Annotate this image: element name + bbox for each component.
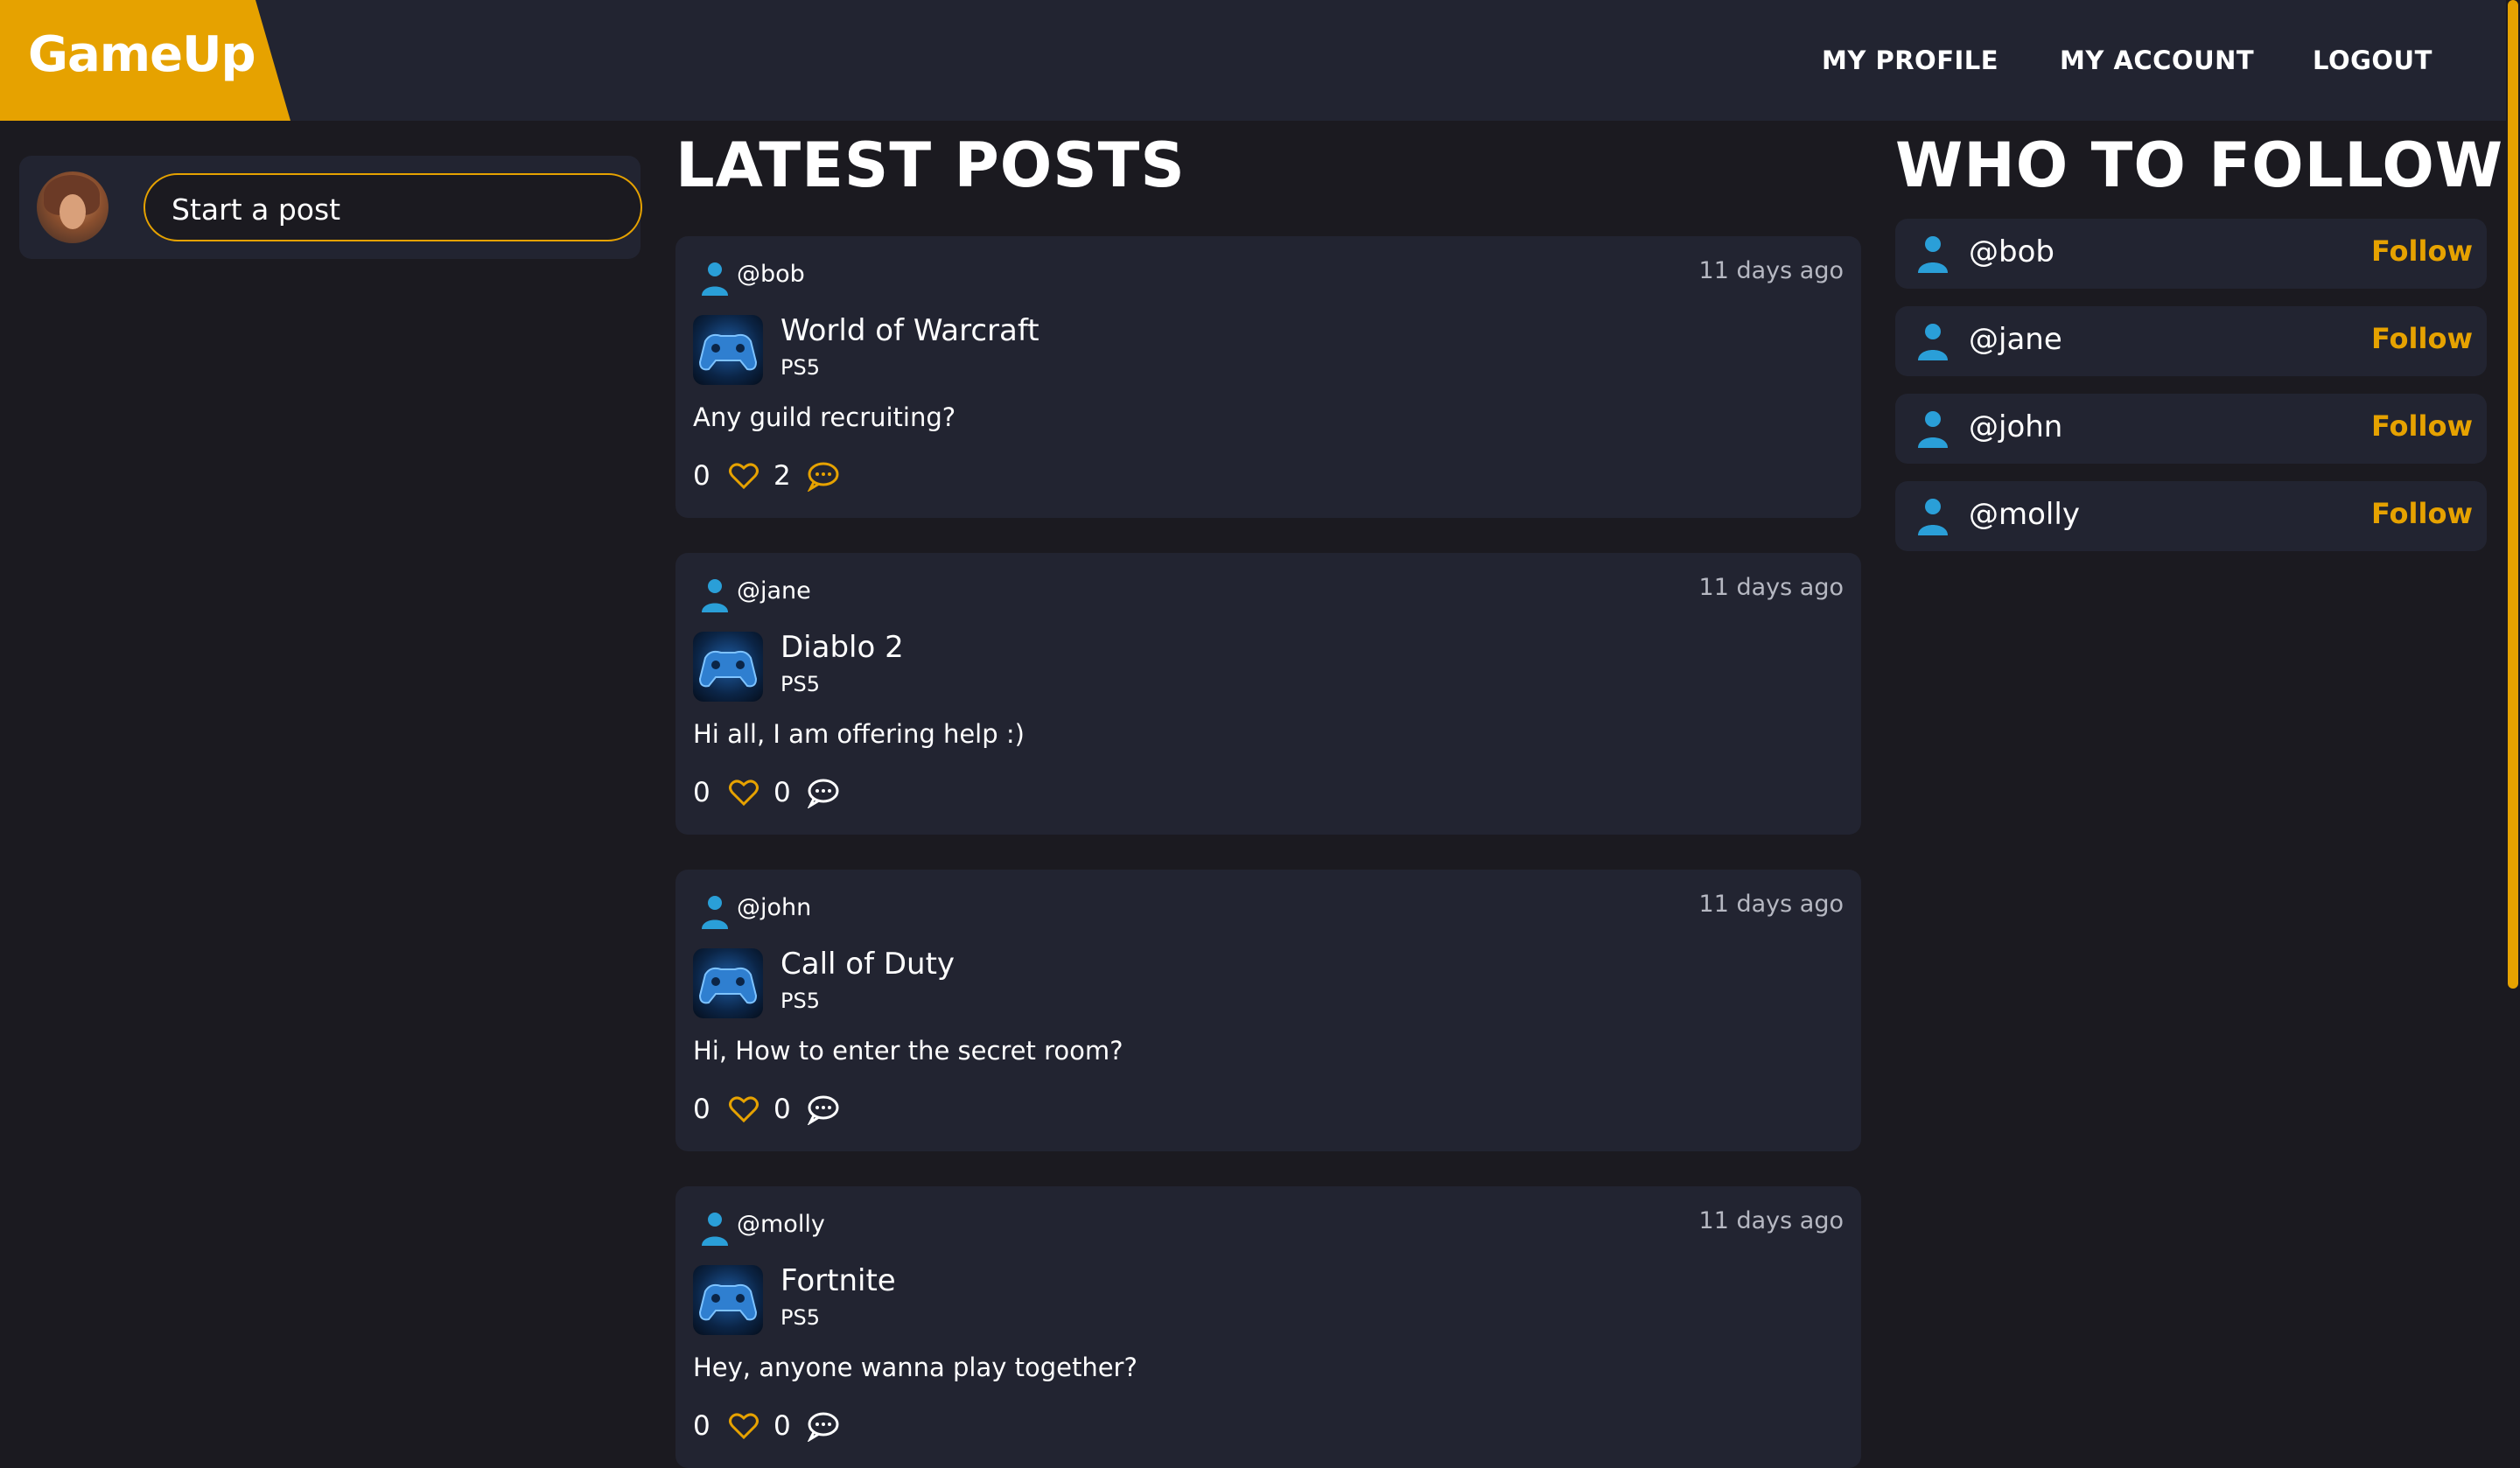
- post-timestamp: 11 days ago: [1698, 257, 1844, 284]
- follow-suggestion: @john Follow: [1895, 394, 2487, 464]
- user-icon: [1918, 324, 1948, 360]
- comments-count: 0: [774, 1410, 791, 1442]
- comment-icon[interactable]: [807, 1410, 840, 1442]
- user-icon: [702, 896, 728, 929]
- post-platform: PS5: [780, 1305, 820, 1330]
- comment-icon[interactable]: [807, 1094, 840, 1125]
- comments-count: 0: [774, 1094, 791, 1125]
- post-timestamp: 11 days ago: [1698, 1207, 1844, 1234]
- gamepad-icon: [693, 1265, 763, 1335]
- follow-username[interactable]: @molly: [1969, 497, 2080, 532]
- top-navbar: GameUp MY PROFILE MY ACCOUNT LOGOUT: [0, 0, 2506, 121]
- post-card: @bob 11 days ago World of Warcraft PS5 A…: [676, 236, 1861, 518]
- post-text: Hi, How to enter the secret room?: [693, 1036, 1124, 1066]
- user-icon: [702, 262, 728, 296]
- follow-suggestion: @jane Follow: [1895, 306, 2487, 376]
- avatar-face: [60, 194, 86, 229]
- post-timestamp: 11 days ago: [1698, 574, 1844, 601]
- user-icon: [1918, 411, 1948, 448]
- post-text: Any guild recruiting?: [693, 402, 956, 432]
- post-text: Hey, anyone wanna play together?: [693, 1353, 1138, 1382]
- heart-icon[interactable]: [728, 1094, 760, 1125]
- nav-my-account[interactable]: MY ACCOUNT: [2060, 45, 2254, 75]
- follow-suggestion: @molly Follow: [1895, 481, 2487, 551]
- follow-username[interactable]: @bob: [1969, 234, 2054, 269]
- follow-username[interactable]: @jane: [1969, 322, 2062, 357]
- heart-icon[interactable]: [728, 1410, 760, 1442]
- comment-icon[interactable]: [807, 777, 840, 808]
- heart-icon[interactable]: [728, 460, 760, 492]
- gamepad-icon: [693, 315, 763, 385]
- comments-count: 0: [774, 777, 791, 808]
- post-game-title: Diablo 2: [780, 630, 904, 665]
- follow-button[interactable]: Follow: [2371, 409, 2473, 443]
- heart-icon[interactable]: [728, 777, 760, 808]
- likes-count: 0: [693, 1410, 710, 1442]
- post-platform: PS5: [780, 672, 820, 696]
- gamepad-icon: [693, 632, 763, 702]
- follow-username[interactable]: @john: [1969, 409, 2062, 444]
- post-card: @jane 11 days ago Diablo 2 PS5 Hi all, I…: [676, 553, 1861, 835]
- likes-count: 0: [693, 777, 710, 808]
- user-icon: [702, 579, 728, 612]
- post-card: @john 11 days ago Call of Duty PS5 Hi, H…: [676, 870, 1861, 1151]
- follow-button[interactable]: Follow: [2371, 234, 2473, 268]
- nav-my-profile[interactable]: MY PROFILE: [1822, 45, 1998, 75]
- post-platform: PS5: [780, 989, 820, 1013]
- post-username[interactable]: @john: [737, 894, 811, 921]
- post-username[interactable]: @jane: [737, 577, 811, 605]
- post-username[interactable]: @bob: [737, 261, 805, 288]
- user-icon: [702, 1213, 728, 1246]
- post-username[interactable]: @molly: [737, 1211, 825, 1238]
- comment-icon[interactable]: [807, 460, 840, 492]
- post-platform: PS5: [780, 355, 820, 380]
- comments-count: 2: [774, 460, 791, 492]
- follow-button[interactable]: Follow: [2371, 322, 2473, 355]
- post-text: Hi all, I am offering help :): [693, 719, 1025, 749]
- latest-posts-title: LATEST POSTS: [676, 129, 1186, 201]
- who-to-follow-title: WHO TO FOLLOW: [1895, 129, 2504, 201]
- nav-logout[interactable]: LOGOUT: [2313, 45, 2432, 75]
- likes-count: 0: [693, 460, 710, 492]
- post-game-title: Call of Duty: [780, 947, 956, 982]
- post-game-title: World of Warcraft: [780, 313, 1040, 348]
- user-icon: [1918, 236, 1948, 273]
- follow-button[interactable]: Follow: [2371, 497, 2473, 530]
- gamepad-icon: [693, 948, 763, 1018]
- nav-links: MY PROFILE MY ACCOUNT LOGOUT: [0, 0, 2506, 121]
- post-timestamp: 11 days ago: [1698, 891, 1844, 918]
- start-post-input[interactable]: Start a post: [144, 173, 642, 241]
- follow-suggestion: @bob Follow: [1895, 219, 2487, 289]
- post-game-title: Fortnite: [780, 1263, 896, 1298]
- likes-count: 0: [693, 1094, 710, 1125]
- post-composer: Start a post: [19, 156, 642, 259]
- scrollbar-thumb[interactable]: [2508, 0, 2518, 989]
- start-post-placeholder: Start a post: [172, 192, 341, 227]
- avatar[interactable]: [37, 171, 108, 243]
- post-card: @molly 11 days ago Fortnite PS5 Hey, any…: [676, 1186, 1861, 1468]
- user-icon: [1918, 499, 1948, 535]
